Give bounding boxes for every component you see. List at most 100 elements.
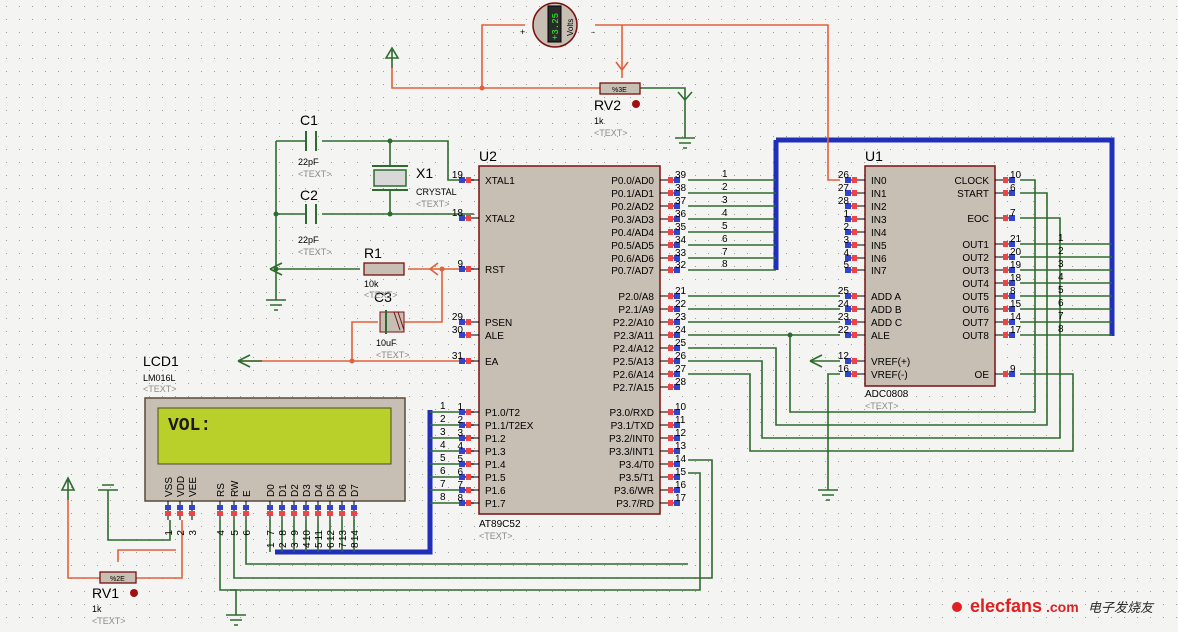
lcd-pin-endpoint[interactable]: [189, 505, 195, 510]
lcd-pin-name: VSS: [164, 477, 175, 497]
pin-marker: [852, 319, 857, 325]
pin-number: 12: [838, 351, 850, 362]
bus-label-p0: 6: [722, 234, 728, 245]
pin-name: OE: [975, 370, 990, 381]
lcd-pin-name: D3: [302, 484, 313, 497]
pin-name: P3.5/T1: [619, 473, 654, 484]
rv1-value: 1k: [92, 604, 102, 614]
pin-number: 5: [843, 260, 849, 271]
pin-marker: [668, 448, 673, 454]
lcd-pin-name: D5: [326, 484, 337, 497]
pin-name: RST: [485, 265, 505, 276]
pin-number: 30: [452, 325, 464, 336]
pin-name: OUT8: [962, 331, 989, 342]
lcd-pin-marker: [243, 511, 249, 516]
rv2-pct: %3E: [612, 87, 627, 94]
pin-number: 23: [838, 312, 850, 323]
lcd1-ref: LCD1: [143, 353, 179, 369]
pin-number: 25: [838, 286, 850, 297]
pin-number: 14: [675, 454, 687, 465]
pin-name: P1.3: [485, 447, 506, 458]
rv1-pct: %2E: [110, 576, 125, 583]
pin-number: 3: [843, 235, 849, 246]
pin-number: 39: [675, 170, 687, 181]
rv2-knob[interactable]: [632, 100, 640, 108]
lcd-pin-endpoint[interactable]: [327, 505, 333, 510]
pin-name: XTAL1: [485, 176, 515, 187]
lcd-pin-endpoint[interactable]: [177, 505, 183, 510]
lcd-pin-marker: [231, 511, 237, 516]
bus-label-p1: 8: [440, 492, 446, 503]
lcd-pin-endpoint[interactable]: [291, 505, 297, 510]
pin-number: 17: [1010, 325, 1022, 336]
pin-number: 24: [675, 325, 687, 336]
pin-marker: [668, 319, 673, 325]
pin-number: 29: [452, 312, 464, 323]
lcd-pin-endpoint[interactable]: [243, 505, 249, 510]
pin-marker: [466, 332, 471, 338]
pin-name: IN4: [871, 228, 887, 239]
c3-value: 10uF: [376, 338, 397, 348]
x1-part: CRYSTAL: [416, 187, 457, 197]
bus-label-p1: 1: [440, 401, 446, 412]
pin-name: P3.7/RD: [616, 499, 654, 510]
lcd-pin-endpoint[interactable]: [217, 505, 223, 510]
pin-name: P3.6/WR: [614, 486, 654, 497]
lcd-pin-name: D6: [338, 484, 349, 497]
pin-name: OUT7: [962, 318, 989, 329]
lcd-pin-number: 10: [302, 530, 313, 542]
pin-number: 12: [675, 428, 687, 439]
lcd-pin-marker: [339, 511, 345, 516]
x1-ref: X1: [416, 165, 433, 181]
u2-chip[interactable]: U2 AT89C52 <TEXT> 19XTAL118XTAL29RST29PS…: [452, 148, 687, 541]
bus-label-p0: 2: [722, 182, 728, 193]
pin-number: 3: [457, 428, 463, 439]
c3-text: <TEXT>: [376, 350, 410, 360]
rv1-ref: RV1: [92, 585, 119, 601]
pin-number: 7: [1010, 208, 1016, 219]
rv1-knob[interactable]: [130, 589, 138, 597]
pin-marker: [852, 242, 857, 248]
lcd-pin-number: 2: [176, 530, 187, 536]
lcd-pin-number: 8: [278, 530, 289, 536]
bus-label-adc: 5: [1058, 285, 1064, 296]
pin-number: 25: [675, 338, 687, 349]
bus-label-p1: 2: [440, 414, 446, 425]
pin-name: VREF(-): [871, 370, 908, 381]
lcd-pin-endpoint[interactable]: [315, 505, 321, 510]
pin-number: 18: [1010, 273, 1022, 284]
watermark-domain: .com: [1046, 599, 1079, 615]
bus-label-p1: 3: [440, 427, 446, 438]
pin-name: ADD B: [871, 305, 902, 316]
pin-name: P0.5/AD5: [611, 241, 654, 252]
pin-marker: [466, 448, 471, 454]
pin-number: 6: [1010, 183, 1016, 194]
pin-marker: [1003, 293, 1008, 299]
lcd-pin-endpoint[interactable]: [231, 505, 237, 510]
lcd-pin-marker: [291, 511, 297, 516]
lcd-pin-endpoint[interactable]: [165, 505, 171, 510]
pin-name: P2.3/A11: [614, 331, 655, 342]
lcd-pin-endpoint[interactable]: [267, 505, 273, 510]
r1-resistor[interactable]: [363, 262, 405, 276]
pin-marker: [1003, 190, 1008, 196]
pin-number: 2: [457, 415, 463, 426]
lcd-pin-endpoint[interactable]: [351, 505, 357, 510]
voltmeter-minus: -: [592, 27, 595, 37]
pin-name: EOC: [967, 214, 989, 225]
u1-part: ADC0808: [865, 389, 909, 400]
pin-marker: [466, 409, 471, 415]
rv2-value: 1k: [594, 116, 604, 126]
bus-label-lcd: 3: [290, 542, 301, 548]
pin-name: P1.4: [485, 460, 506, 471]
u2-part: AT89C52: [479, 519, 521, 530]
pin-marker: [668, 332, 673, 338]
lcd-pin-endpoint[interactable]: [279, 505, 285, 510]
lcd-pin-marker: [303, 511, 309, 516]
lcd-display-text: VOL:: [168, 416, 211, 436]
lcd-pin-endpoint[interactable]: [303, 505, 309, 510]
schematic-canvas: U2 AT89C52 <TEXT> 19 XTAL1 18 XTAL2 9 RST 29 PS…: [0, 0, 1178, 627]
c3-capacitor[interactable]: [379, 310, 405, 334]
u1-chip[interactable]: U1 ADC0808 <TEXT> 26 IN0 27 IN1 28 IN2 1 IN3 2 IN…: [838, 148, 1022, 411]
lcd-pin-endpoint[interactable]: [339, 505, 345, 510]
